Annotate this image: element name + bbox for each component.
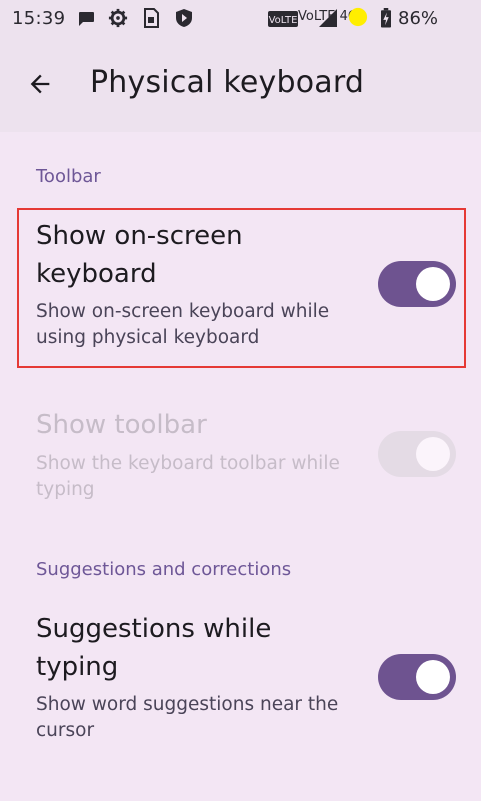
back-button[interactable] (20, 64, 60, 104)
pref-show-onscreen-keyboard[interactable]: Show on-screen keyboard Show on-screen k… (18, 210, 466, 366)
battery-percent: 86% (398, 8, 439, 29)
signal-icon (319, 9, 337, 27)
settings-gear-icon (108, 8, 128, 28)
message-icon (79, 12, 94, 26)
sim-icon (144, 8, 159, 28)
status-time: 15:39 (12, 8, 66, 29)
shield-icon (176, 9, 192, 27)
toggle-switch-onscreen-keyboard[interactable] (378, 261, 456, 307)
section-header-suggestions: Suggestions and corrections (36, 559, 292, 580)
switch-thumb (416, 660, 450, 694)
status-bar: 15:39 VoLTE VoLTE 4G 86% (0, 0, 481, 36)
switch-thumb (416, 437, 450, 471)
svg-text:VoLTE: VoLTE (269, 15, 298, 26)
pref-title: Show on-screen keyboard (36, 221, 243, 289)
notification-dot-icon (348, 7, 368, 27)
toggle-switch-suggestions[interactable] (378, 654, 456, 700)
battery-icon (381, 8, 391, 28)
pref-show-toolbar: Show toolbar Show the keyboard toolbar w… (18, 400, 466, 510)
pref-summary: Show the keyboard toolbar while typing (36, 453, 340, 500)
toggle-switch-toolbar (378, 431, 456, 477)
pref-title: Show toolbar (36, 410, 207, 440)
arrow-back-icon (30, 74, 50, 94)
volte-icon: VoLTE (268, 11, 298, 27)
section-header-toolbar: Toolbar (36, 166, 101, 187)
pref-suggestions-while-typing[interactable]: Suggestions while typing Show word sugge… (18, 605, 466, 755)
page-title: Physical keyboard (90, 65, 365, 100)
pref-summary: Show word suggestions near the cursor (36, 694, 339, 741)
pref-title: Suggestions while typing (36, 614, 272, 682)
app-bar: Physical keyboard (0, 36, 481, 132)
switch-thumb (416, 267, 450, 301)
pref-summary: Show on-screen keyboard while using phys… (36, 301, 330, 348)
